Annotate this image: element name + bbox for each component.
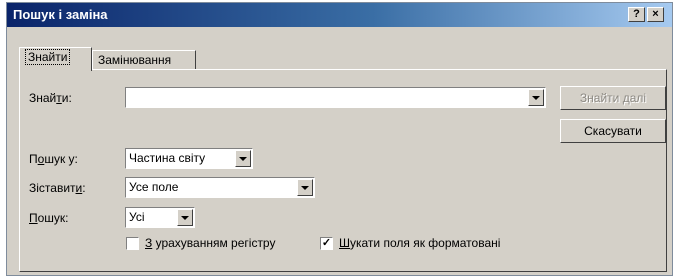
match-value: Усе поле — [129, 180, 179, 194]
find-dropdown-button[interactable] — [528, 89, 544, 106]
title-bar[interactable]: Пошук і заміна ? × — [7, 3, 672, 27]
tab-find-label: Знайти — [25, 49, 71, 65]
find-replace-dialog: Пошук і заміна ? × Знайти Замінювання Зн… — [6, 2, 673, 276]
search-in-dropdown-button[interactable] — [235, 150, 251, 167]
search-formatted-checkbox[interactable]: ✓ — [320, 237, 333, 250]
dialog-title: Пошук і заміна — [13, 7, 108, 22]
search-in-value: Частина світу — [129, 151, 206, 165]
find-next-button[interactable]: Знайти далі — [560, 86, 666, 110]
match-label: Зіставити: — [29, 181, 86, 195]
match-case-checkbox[interactable] — [126, 237, 139, 250]
close-button[interactable]: × — [647, 7, 664, 22]
search-in-label: Пошук у: — [29, 152, 78, 166]
search-formatted-label[interactable]: Шукати поля як форматовані — [339, 236, 500, 250]
match-select[interactable]: Усе поле — [125, 177, 315, 198]
match-dropdown-button[interactable] — [297, 179, 313, 196]
search-direction-value: Усі — [129, 210, 145, 224]
search-direction-select[interactable]: Усі — [125, 207, 195, 228]
tab-find[interactable]: Знайти — [19, 47, 92, 71]
find-label: Знайти: — [29, 91, 72, 105]
match-case-label[interactable]: З урахуванням регістру — [145, 236, 275, 250]
tab-replace[interactable]: Замінювання — [92, 50, 196, 70]
search-in-select[interactable]: Частина світу — [125, 148, 253, 169]
cancel-button[interactable]: Скасувати — [560, 119, 666, 143]
search-direction-label: Пошук: — [29, 211, 69, 225]
find-input[interactable] — [125, 87, 546, 108]
search-direction-dropdown-button[interactable] — [177, 209, 193, 226]
help-button[interactable]: ? — [628, 7, 645, 22]
